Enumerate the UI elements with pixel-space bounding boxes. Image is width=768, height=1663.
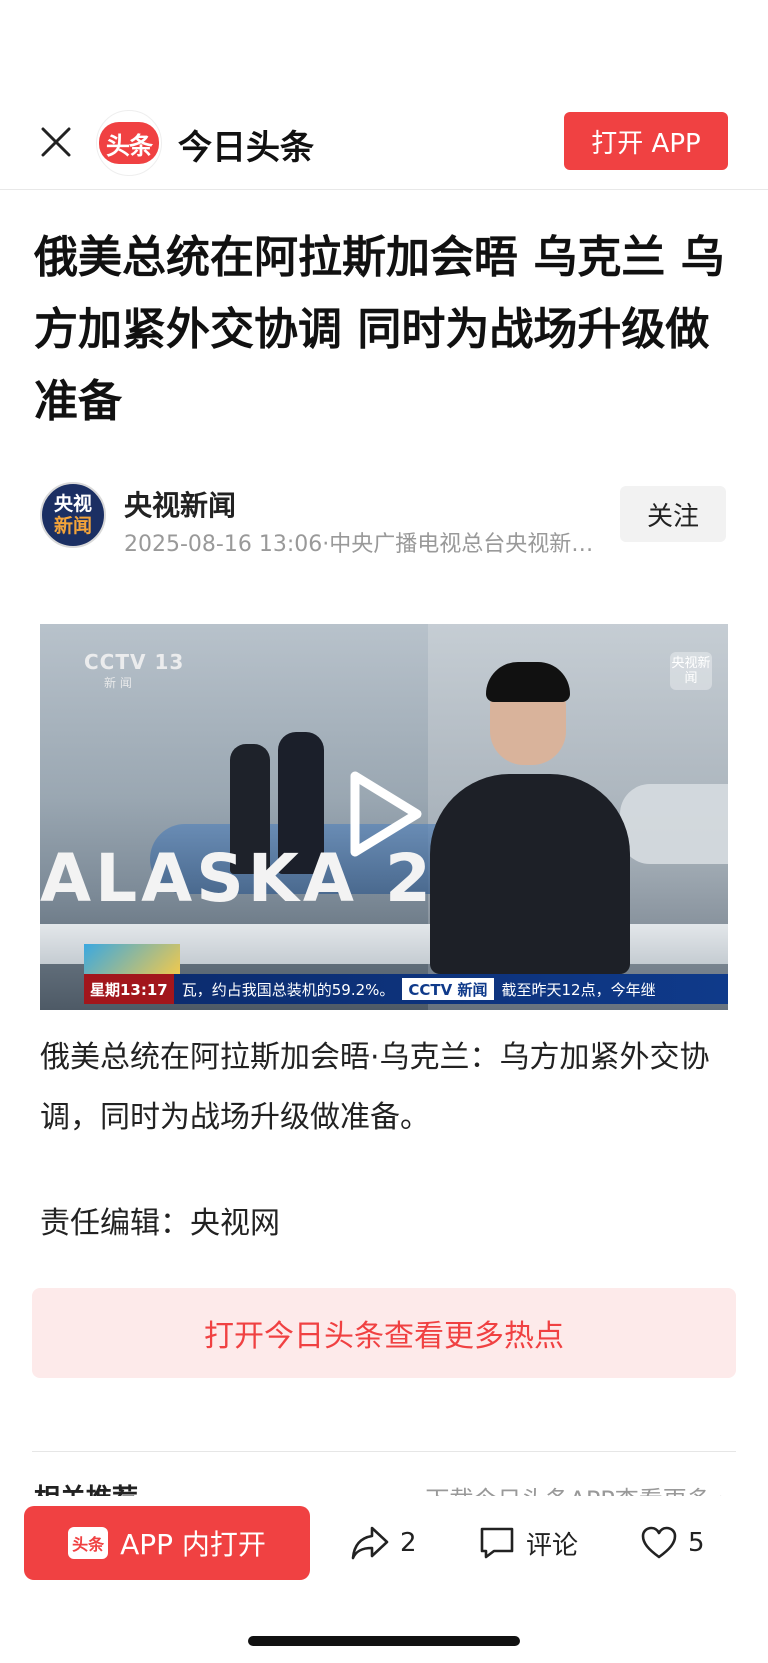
toutiao-logo: 头条 xyxy=(96,110,162,176)
author-name[interactable]: 央视新闻 xyxy=(124,484,236,524)
editor-credit: 责任编辑：央视网 xyxy=(40,1206,280,1241)
home-indicator[interactable] xyxy=(248,1636,520,1646)
open-app-button[interactable]: 打开 APP xyxy=(564,112,728,170)
more-hot-topics-button[interactable]: 打开今日头条查看更多热点 xyxy=(32,1288,736,1378)
comment-label: 评论 xyxy=(526,1530,579,1561)
brand-name: 今日头条 xyxy=(178,128,314,168)
cctv-channel-name: 新 闻 xyxy=(104,676,132,690)
comment-button[interactable]: 评论 xyxy=(478,1518,578,1568)
toutiao-mini-logo: 头条 xyxy=(68,1527,109,1559)
anchor-body xyxy=(430,774,630,974)
ticker-text: 瓦，约占我国总装机的59.2%。 xyxy=(181,980,395,999)
author-avatar[interactable]: 央视 新闻 xyxy=(40,482,106,548)
cctv-logo: CCTV 13 xyxy=(84,650,185,674)
play-button[interactable] xyxy=(340,764,430,864)
heart-icon xyxy=(641,1526,677,1559)
like-count: 5 xyxy=(688,1528,705,1558)
avatar-text-line1: 央视 xyxy=(53,493,92,515)
top-bar: 头条 今日头条 打开 APP xyxy=(0,100,768,190)
avatar-text-line2: 新闻 xyxy=(53,515,92,537)
share-button[interactable]: 2 xyxy=(350,1518,417,1568)
close-button[interactable] xyxy=(36,122,76,162)
author-meta: 2025-08-16 13:06·中央广播电视总台央视新闻官方账号 xyxy=(124,532,594,557)
follow-button[interactable]: 关注 xyxy=(620,486,726,542)
play-icon xyxy=(350,771,422,857)
article-title: 俄美总统在阿拉斯加会晤 乌克兰 乌方加紧外交协调 同时为战场升级做准备 xyxy=(34,232,725,427)
article-page: 头条 今日头条 打开 APP 俄美总统在阿拉斯加会晤 乌克兰 乌方加紧外交协调 … xyxy=(0,0,768,1663)
comment-icon xyxy=(480,1527,514,1559)
airplane-shape-right xyxy=(620,784,728,864)
ticker-text-2: 截至昨天12点，今年继 xyxy=(501,980,656,999)
toutiao-logo-text: 头条 xyxy=(99,122,159,164)
anchor-hair xyxy=(486,662,570,702)
article-summary: 俄美总统在阿拉斯加会晤·乌克兰：乌方加紧外交协调，同时为战场升级做准备。 xyxy=(40,1040,710,1135)
ticker-brand: CCTV 新闻 xyxy=(402,978,494,1000)
ticker-time: 星期13:17 xyxy=(84,974,174,1004)
video-player[interactable]: ALASKA 2 CCTV 13 新 闻 央视新闻 星期13:17 瓦，约占我国… xyxy=(40,624,728,1010)
bottom-bar: 头条 APP 内打开 2 评论 5 xyxy=(0,1496,768,1600)
news-ticker: 星期13:17 瓦，约占我国总装机的59.2%。 CCTV 新闻 截至昨天12点… xyxy=(84,974,728,1004)
open-in-app-label: APP 内打开 xyxy=(120,1528,266,1561)
divider xyxy=(32,1451,736,1452)
ticker-graphic xyxy=(84,944,180,976)
open-in-app-button[interactable]: 头条 APP 内打开 xyxy=(24,1506,310,1580)
like-button[interactable]: 5 xyxy=(640,1518,705,1568)
share-icon xyxy=(351,1526,389,1560)
share-count: 2 xyxy=(400,1528,417,1558)
corner-logo: 央视新闻 xyxy=(670,652,712,690)
close-icon xyxy=(41,127,71,157)
